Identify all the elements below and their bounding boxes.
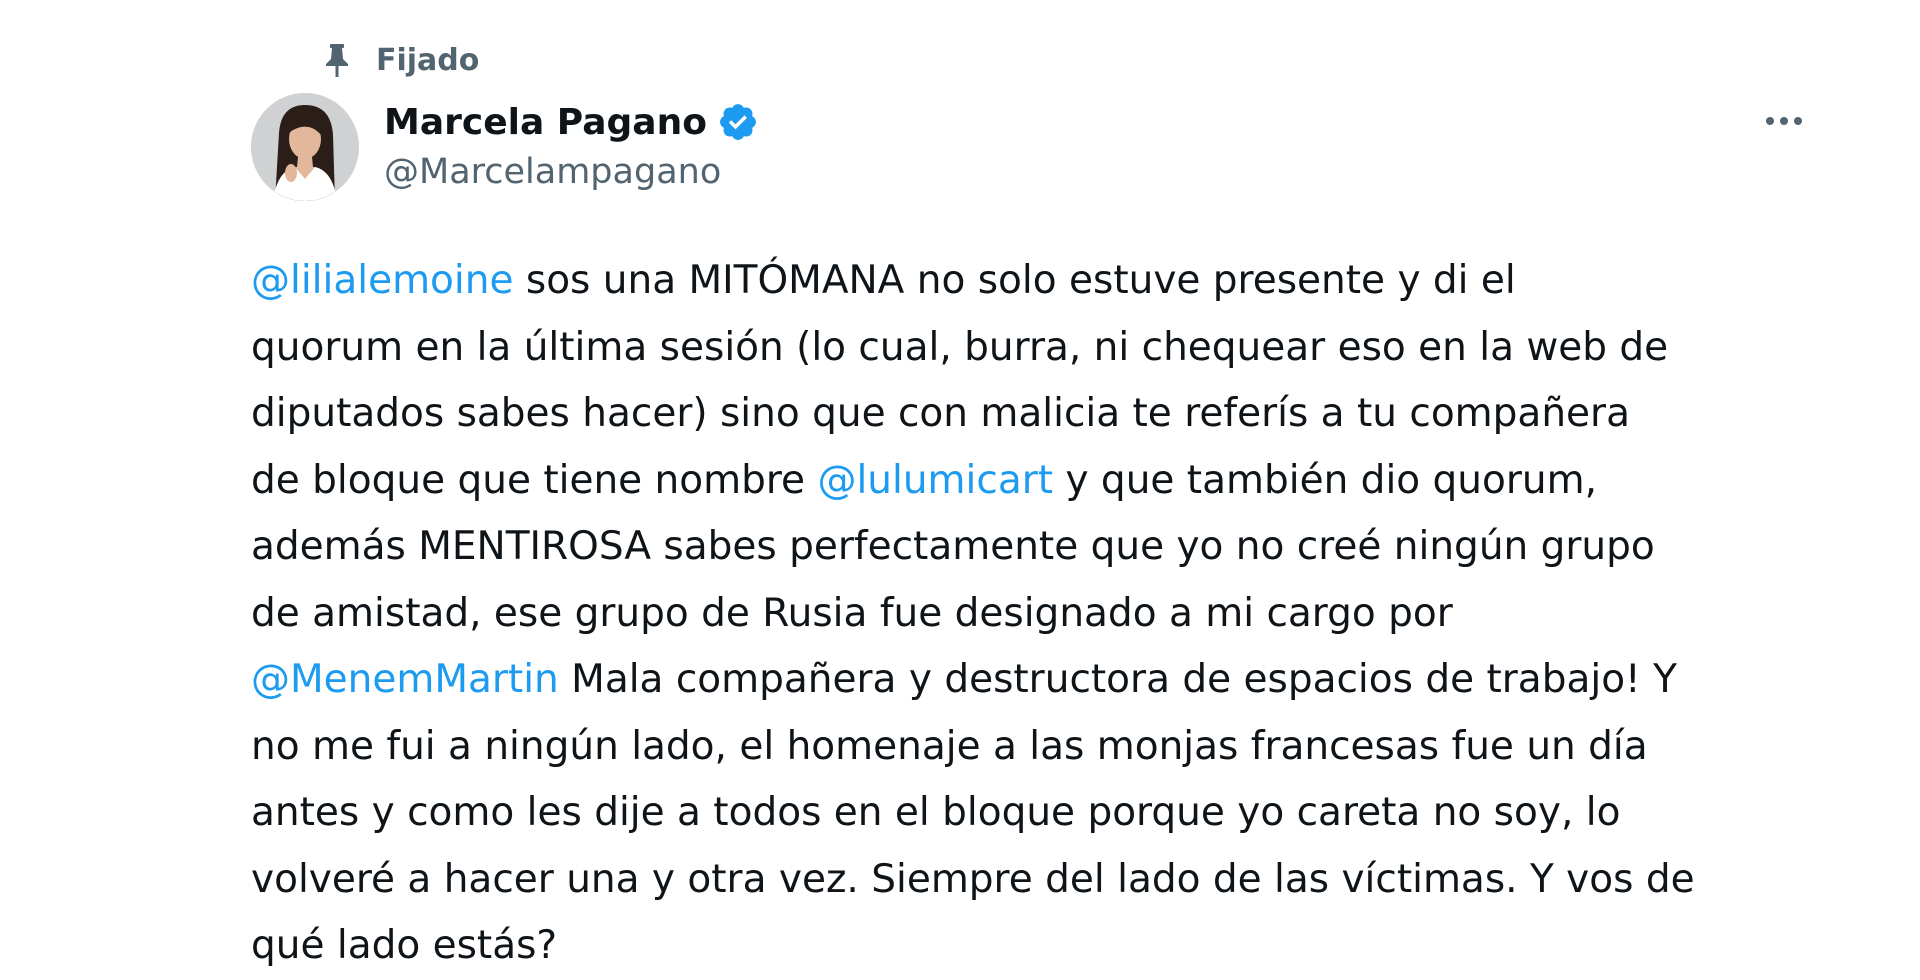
tweet-text-segment: qué lado estás? — [251, 923, 558, 968]
tweet-line: no me fui a ningún lado, el homenaje a l… — [251, 714, 1811, 781]
tweet-line: quorum en la última sesión (lo cual, bur… — [251, 315, 1811, 382]
avatar-photo — [251, 93, 359, 201]
more-options-button[interactable] — [1758, 101, 1810, 141]
tweet-text-segment: de bloque que tiene nombre — [251, 457, 818, 503]
pinned-indicator: Fijado — [322, 38, 479, 82]
tweet-line: antes y como les dije a todos en el bloq… — [251, 780, 1811, 847]
tweet-line: diputados sabes hacer) sino que con mali… — [251, 381, 1811, 448]
avatar[interactable] — [251, 93, 359, 201]
tweet-text-segment: de amistad, ese grupo de Rusia fue desig… — [251, 590, 1453, 636]
tweet-line: qué lado estás? — [251, 913, 1811, 980]
tweet-text-segment: no me fui a ningún lado, el homenaje a l… — [251, 723, 1648, 769]
pin-icon — [322, 42, 352, 78]
tweet-text-segment: antes y como les dije a todos en el bloq… — [251, 790, 1621, 835]
mention-link[interactable]: @MenemMartin — [251, 657, 559, 702]
tweet-text: @lilialemoine sos una MITÓMANA no solo e… — [251, 248, 1811, 980]
tweet-text-segment: además MENTIROSA sabes perfectamente que… — [251, 524, 1655, 569]
tweet-line: además MENTIROSA sabes perfectamente que… — [251, 514, 1811, 581]
tweet-line: @lilialemoine sos una MITÓMANA no solo e… — [251, 248, 1811, 315]
mention-link[interactable]: @lilialemoine — [251, 258, 513, 303]
tweet-line: @MenemMartin Mala compañera y destructor… — [251, 647, 1811, 714]
pinned-tweet[interactable]: Fijado Marcela Pagano @Marcelampagano @l… — [0, 0, 1920, 972]
tweet-text-segment: volveré a hacer una y otra vez. Siempre … — [251, 856, 1695, 902]
more-dots-icon — [1766, 117, 1802, 125]
display-name[interactable]: Marcela Pagano — [384, 102, 707, 143]
tweet-line: de bloque que tiene nombre @lulumicart y… — [251, 448, 1811, 515]
tweet-line: de amistad, ese grupo de Rusia fue desig… — [251, 581, 1811, 648]
mention-link[interactable]: @lulumicart — [817, 458, 1053, 503]
tweet-line: volveré a hacer una y otra vez. Siempre … — [251, 847, 1811, 914]
verified-badge-icon[interactable] — [717, 101, 759, 143]
tweet-text-segment: Mala compañera y destructora de espacios… — [558, 657, 1677, 702]
tweet-text-segment: diputados sabes hacer) sino que con mali… — [251, 391, 1630, 436]
author-handle[interactable]: @Marcelampagano — [384, 152, 721, 192]
tweet-text-segment: quorum en la última sesión (lo cual, bur… — [251, 324, 1669, 370]
author-name-row[interactable]: Marcela Pagano — [384, 96, 759, 148]
tweet-text-segment: y que también dio quorum, — [1053, 457, 1598, 503]
pinned-label: Fijado — [376, 42, 480, 78]
tweet-text-segment: sos una MITÓMANA no solo estuve presente… — [513, 258, 1516, 303]
